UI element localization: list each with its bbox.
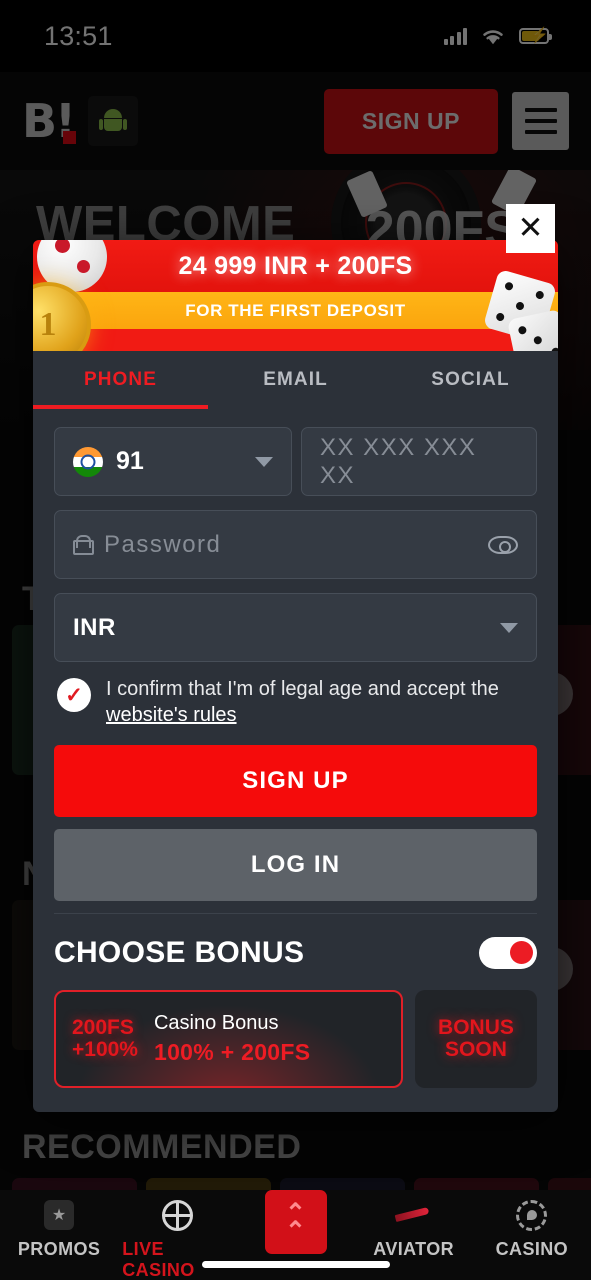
phone-input[interactable]: XX XXX XXX XX xyxy=(301,427,537,496)
promo-headline: 24 999 INR + 200FS xyxy=(178,251,413,280)
terms-label: I confirm that I'm of legal age and acce… xyxy=(106,678,499,700)
tab-email[interactable]: EMAIL xyxy=(208,351,383,409)
bonus-title: CHOOSE BONUS xyxy=(54,935,305,969)
tab-social[interactable]: SOCIAL xyxy=(383,351,558,409)
nav-label-live-casino: LIVE CASINO xyxy=(122,1239,195,1280)
home-indicator xyxy=(201,1261,390,1268)
registration-form: 91 XX XXX XXX XX Password INR ✓ I confir… xyxy=(33,409,558,914)
roulette-wheel-icon xyxy=(161,1198,193,1232)
bonus-card-casino[interactable]: 200FS +100% Casino Bonus 100% + 200FS xyxy=(54,989,403,1088)
lock-icon xyxy=(73,534,94,555)
signup-button[interactable]: SIGN UP xyxy=(54,744,537,817)
terms-text: I confirm that I'm of legal age and acce… xyxy=(106,676,499,729)
tab-phone[interactable]: PHONE xyxy=(33,351,208,409)
promo-banner: 24 999 INR + 200FS FOR THE FIRST DEPOSIT xyxy=(33,240,558,351)
nav-label-casino: CASINO xyxy=(495,1239,569,1259)
eye-icon[interactable] xyxy=(488,535,518,554)
india-flag-icon xyxy=(73,446,103,477)
chevron-down-icon xyxy=(500,622,518,633)
password-placeholder: Password xyxy=(104,530,222,558)
bonus-card-name: Casino Bonus xyxy=(153,1011,279,1034)
nav-label-promos: PROMOS xyxy=(17,1239,101,1259)
nav-item-aviator[interactable]: AVIATOR xyxy=(359,1198,469,1260)
bonus-card-soon[interactable]: BONUS SOON xyxy=(414,989,537,1088)
casino-chip-icon xyxy=(516,1198,548,1232)
registration-modal: ✕ 24 999 INR + 200FS FOR THE FIRST DEPOS… xyxy=(33,204,558,1112)
close-icon[interactable]: ✕ xyxy=(506,204,555,253)
badge-line-1: 200FS xyxy=(72,1016,134,1040)
bonus-header: CHOOSE BONUS xyxy=(54,936,537,970)
bonus-section: CHOOSE BONUS 200FS +100% Casino Bonus 10… xyxy=(33,914,558,1112)
country-code-select[interactable]: 91 xyxy=(54,427,292,496)
promo-star-icon: ★ xyxy=(44,1198,75,1232)
login-button[interactable]: LOG IN xyxy=(54,828,537,901)
terms-link[interactable]: website's rules xyxy=(106,704,237,726)
bonus-toggle[interactable] xyxy=(479,936,537,969)
phone-placeholder: XX XXX XXX XX xyxy=(320,433,477,489)
nav-item-casino[interactable]: CASINO xyxy=(477,1198,587,1260)
auth-tabs: PHONE EMAIL SOCIAL xyxy=(33,351,558,409)
currency-value: INR xyxy=(73,613,116,641)
promo-subline-row: FOR THE FIRST DEPOSIT xyxy=(33,292,558,329)
app-screen: 13:51 ⚡ B! SIGN UP xyxy=(0,0,591,1280)
password-input[interactable]: Password xyxy=(54,510,537,579)
soon-line-2: SOON xyxy=(445,1037,507,1061)
bonus-cards: 200FS +100% Casino Bonus 100% + 200FS BO… xyxy=(54,989,537,1088)
nav-label-aviator: AVIATOR xyxy=(373,1239,455,1259)
terms-row: ✓ I confirm that I'm of legal age and ac… xyxy=(54,676,537,729)
promo-footer-strip xyxy=(33,329,558,351)
country-code-value: 91 xyxy=(116,447,144,475)
promo-headline-row: 24 999 INR + 200FS xyxy=(33,240,558,292)
soon-line-1: BONUS xyxy=(438,1015,514,1039)
chevron-down-icon xyxy=(255,456,273,467)
badge-line-2: +100% xyxy=(72,1037,138,1061)
checkmark-icon: ✓ xyxy=(65,683,83,707)
bonus-card-value: 100% + 200FS xyxy=(153,1038,311,1065)
medal-decoration xyxy=(33,282,91,351)
bonus-card-badge: 200FS +100% xyxy=(72,1017,138,1060)
nav-item-promos[interactable]: ★ PROMOS xyxy=(4,1198,114,1260)
bonus-soon-label: BONUS SOON xyxy=(438,1015,514,1061)
airplane-icon xyxy=(395,1198,433,1232)
terms-checkbox[interactable]: ✓ xyxy=(57,678,91,712)
currency-select[interactable]: INR xyxy=(54,593,537,662)
promo-subline: FOR THE FIRST DEPOSIT xyxy=(185,300,406,320)
double-chevron-up-icon[interactable]: ⌃ ⌃ xyxy=(264,1190,327,1254)
